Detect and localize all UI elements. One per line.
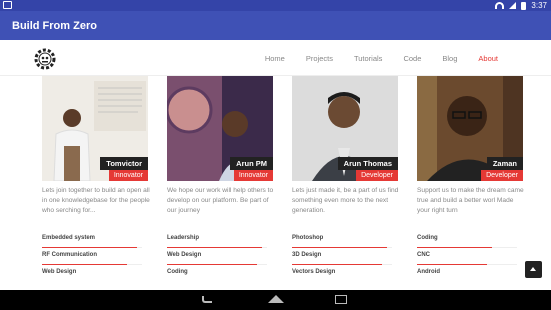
skill-label: Web Design	[167, 252, 202, 258]
skill-row: Android	[417, 269, 523, 282]
menu-about[interactable]: About	[478, 54, 498, 63]
team-card: Arun PM Innovator We hope our work will …	[167, 76, 273, 282]
home-icon[interactable]	[268, 295, 284, 303]
skill-label: RF Communication	[42, 252, 97, 258]
status-time: 3:37	[531, 1, 547, 10]
skill-bar	[42, 263, 127, 265]
menu-code[interactable]: Code	[403, 54, 421, 63]
skill-label: CNC	[417, 252, 430, 258]
webview-page[interactable]: Home Projects Tutorials Code Blog About	[0, 40, 551, 290]
battery-icon	[521, 1, 527, 10]
status-bar: 3:37	[0, 0, 551, 11]
member-photo: Zaman Developer	[417, 76, 523, 181]
skill-row: CNC	[417, 252, 523, 265]
skill-row: Coding	[417, 235, 523, 248]
member-bio: Support us to make the dream came true a…	[417, 187, 524, 214]
skill-row: Web Design	[42, 269, 148, 282]
status-icons: 3:37	[495, 0, 547, 11]
member-role: Developer	[356, 170, 398, 181]
back-icon[interactable]	[202, 296, 212, 303]
member-name: Zaman	[486, 157, 523, 170]
skill-row: Embedded system	[42, 235, 148, 248]
skill-label: Web Design	[42, 269, 77, 275]
skill-bar	[42, 246, 137, 248]
menu-blog[interactable]: Blog	[442, 54, 457, 63]
skill-label: Vectors Design	[292, 269, 336, 275]
menu-home[interactable]: Home	[265, 54, 285, 63]
skill-row: Coding	[167, 269, 273, 282]
member-name: Arun Thomas	[337, 157, 398, 170]
signal-icon	[509, 2, 517, 9]
skill-label: Photoshop	[292, 235, 324, 241]
skill-row: Leadership	[167, 235, 273, 248]
skill-label: Leadership	[167, 235, 200, 241]
member-name: Arun PM	[230, 157, 273, 170]
skill-row: Photoshop	[292, 235, 398, 248]
member-photo: Arun PM Innovator	[167, 76, 273, 181]
skill-bar	[417, 263, 487, 265]
notification-icon	[3, 1, 12, 9]
site-nav: Home Projects Tutorials Code Blog About	[0, 40, 551, 76]
member-bio: Lets just made it, be a part of us find …	[292, 187, 399, 214]
member-role: Innovator	[108, 170, 148, 181]
scroll-to-top-button[interactable]	[525, 261, 542, 278]
skill-label: Android	[417, 269, 440, 275]
skill-label: Coding	[417, 235, 438, 241]
skill-bar	[292, 246, 387, 248]
recent-apps-icon[interactable]	[335, 295, 347, 304]
skill-label: Coding	[167, 269, 188, 275]
menu-projects[interactable]: Projects	[306, 54, 333, 63]
member-photo: Arun Thomas Developer	[292, 76, 398, 181]
team-card: Arun Thomas Developer Lets just made it,…	[292, 76, 398, 282]
skill-row: Vectors Design	[292, 269, 398, 282]
skill-bar	[292, 263, 382, 265]
skill-bar	[167, 263, 257, 265]
app-bar: Build From Zero	[0, 11, 551, 40]
member-bio: Lets join together to build an open all …	[42, 187, 150, 214]
skill-label: 3D Design	[292, 252, 322, 258]
member-photo: Tomvictor Innovator	[42, 76, 148, 181]
team-section: Tomvictor Innovator Lets join together t…	[42, 76, 524, 290]
member-name: Tomvictor	[100, 157, 148, 170]
skill-row: Web Design	[167, 252, 273, 265]
wifi-icon	[495, 2, 505, 9]
skill-row: 3D Design	[292, 252, 398, 265]
system-nav-bar	[0, 290, 551, 310]
member-bio: We hope our work will help others to dev…	[167, 187, 274, 214]
gear-robot-logo-icon[interactable]	[32, 46, 58, 72]
skill-bar	[167, 246, 262, 248]
team-card: Zaman Developer Support us to make the d…	[417, 76, 524, 282]
skill-label: Embedded system	[42, 235, 96, 241]
skill-bar	[417, 246, 492, 248]
team-card: Tomvictor Innovator Lets join together t…	[42, 76, 150, 282]
skill-row: RF Communication	[42, 252, 148, 265]
app-title: Build From Zero	[12, 19, 97, 32]
member-role: Innovator	[233, 170, 273, 181]
site-menu: Home Projects Tutorials Code Blog About	[244, 54, 498, 63]
menu-tutorials[interactable]: Tutorials	[354, 54, 382, 63]
member-role: Developer	[481, 170, 523, 181]
